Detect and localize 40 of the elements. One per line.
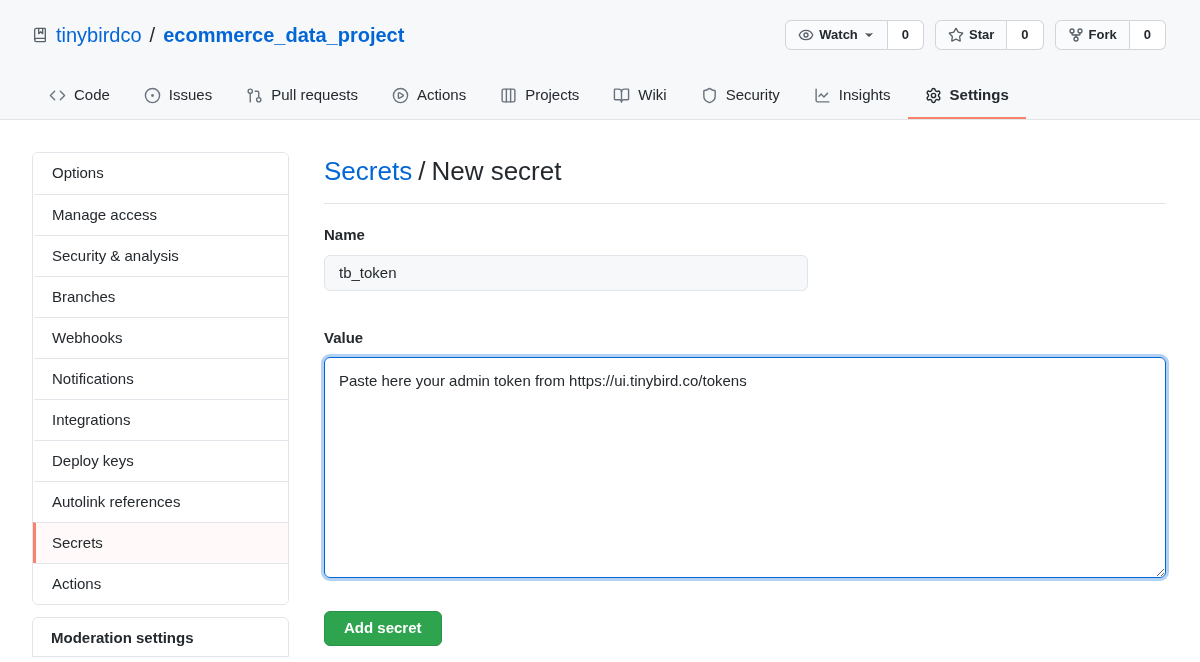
- page-title: New secret: [431, 155, 562, 188]
- repo-tab[interactable]: Security: [683, 73, 797, 119]
- repo-tab[interactable]: Insights: [796, 73, 908, 119]
- breadcrumb-link[interactable]: Secrets: [324, 152, 413, 191]
- repo-tab[interactable]: Settings: [907, 73, 1026, 119]
- repo-icon: [32, 27, 48, 43]
- repo-tab[interactable]: Actions: [374, 73, 484, 119]
- repo-tab[interactable]: Projects: [483, 73, 597, 119]
- repo-link[interactable]: ecommerce_data_project: [163, 20, 405, 50]
- count-link[interactable]: 0: [1007, 20, 1044, 50]
- star-icon: [948, 27, 965, 43]
- tab-icon: [143, 86, 161, 104]
- name-field[interactable]: tb_token: [324, 254, 808, 291]
- path-separator: /: [149, 23, 156, 48]
- repo-tab[interactable]: Wiki: [596, 73, 684, 119]
- repo-tab[interactable]: Code: [32, 73, 127, 119]
- tab-icon: [391, 86, 409, 104]
- repo-action-button[interactable]: Fork: [1054, 20, 1130, 50]
- tab-icon: [613, 86, 631, 104]
- count-link[interactable]: 0: [887, 20, 925, 50]
- eye-icon: [798, 27, 815, 43]
- menu-item[interactable]: Secrets: [33, 522, 288, 563]
- fork-icon: [1067, 27, 1084, 43]
- section-heading: Moderation settings: [51, 629, 194, 646]
- repo-tab[interactable]: Pull requests: [229, 73, 375, 119]
- tab-icon: [700, 86, 718, 104]
- repo-action-button[interactable]: Star: [935, 20, 1008, 50]
- tab-icon: [813, 86, 831, 104]
- owner-link[interactable]: tinybirdco: [56, 20, 142, 50]
- field-label: Name: [324, 225, 366, 245]
- tab-icon: [924, 86, 942, 104]
- tab-icon: [246, 86, 264, 104]
- count-link[interactable]: 0: [1129, 20, 1166, 50]
- field-label: Value: [324, 327, 365, 348]
- menu-item[interactable]: Actions: [33, 563, 288, 604]
- repo-tab[interactable]: Issues: [126, 73, 230, 119]
- tab-icon: [500, 86, 518, 104]
- repo-action-button[interactable]: Watch: [785, 20, 888, 50]
- value-field[interactable]: Paste here your admin token from https://ui.tinybird.co/tokens: [324, 357, 1166, 578]
- breadcrumb-separator: /: [418, 155, 426, 188]
